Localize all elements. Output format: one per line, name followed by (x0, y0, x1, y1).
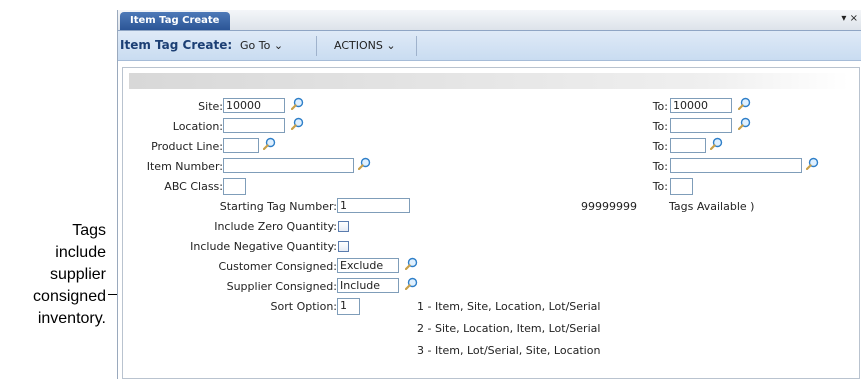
product-line-to-label: To: (652, 140, 668, 153)
product-line-to-input[interactable] (670, 138, 706, 153)
abc-class-to-label: To: (652, 180, 668, 193)
abc-class-from-input[interactable] (223, 178, 246, 195)
magnifier-icon[interactable] (405, 277, 418, 290)
supplier-consigned-label: Supplier Consigned: (226, 280, 337, 293)
page-title: Item Tag Create: (120, 38, 233, 52)
site-to-input[interactable]: 10000 (670, 98, 732, 113)
magnifier-icon[interactable] (738, 117, 751, 130)
supplier-consigned-input[interactable]: Include (337, 278, 399, 293)
site-label: Site: (198, 100, 223, 113)
location-to-input[interactable] (670, 118, 732, 133)
site-from-input[interactable]: 10000 (223, 98, 285, 113)
actions-menu[interactable]: ACTIONS ⌄ (334, 39, 396, 52)
menu-bar: Item Tag Create: Go To ⌄ ACTIONS ⌄ (118, 31, 861, 61)
product-line-label: Product Line: (151, 140, 223, 153)
menu-separator (416, 36, 417, 56)
sort-option-description: 1 - Item, Site, Location, Lot/Serial (417, 300, 601, 313)
sort-option-description: 2 - Site, Location, Item, Lot/Serial (417, 322, 601, 335)
tab-item-tag-create[interactable]: Item Tag Create (120, 12, 230, 30)
annotation-line: consigned (33, 288, 106, 305)
location-from-input[interactable] (223, 118, 285, 133)
annotation-line: inventory. (37, 310, 106, 327)
abc-class-label: ABC Class: (164, 180, 223, 193)
magnifier-icon[interactable] (710, 137, 723, 150)
form-panel: Site: 10000 To: 10000 Location: To: Prod… (122, 67, 860, 379)
include-zero-label: Include Zero Quantity: (214, 220, 337, 233)
include-negative-label: Include Negative Quantity: (190, 240, 337, 253)
item-number-from-input[interactable] (223, 158, 354, 173)
magnifier-icon[interactable] (738, 97, 751, 110)
magnifier-icon[interactable] (291, 97, 304, 110)
tags-available-label: Tags Available ) (669, 200, 755, 213)
sort-option-label: Sort Option: (270, 300, 337, 313)
item-tag-create-window: Item Tag Create ▾ × Item Tag Create: Go … (117, 10, 861, 379)
customer-consigned-label: Customer Consigned: (218, 260, 337, 273)
sort-option-description: 3 - Item, Lot/Serial, Site, Location (417, 344, 601, 357)
include-zero-checkbox[interactable] (338, 221, 349, 232)
magnifier-icon[interactable] (405, 257, 418, 270)
annotation-callout: Tags include supplier consigned inventor… (0, 220, 106, 330)
item-number-to-input[interactable] (670, 158, 802, 173)
goto-menu[interactable]: Go To ⌄ (240, 39, 283, 52)
tab-strip: Item Tag Create ▾ × (118, 10, 861, 31)
abc-class-to-input[interactable] (670, 178, 693, 195)
annotation-line: supplier (49, 266, 106, 283)
annotation-line: Tags (72, 222, 106, 239)
magnifier-icon[interactable] (263, 137, 276, 150)
magnifier-icon[interactable] (291, 117, 304, 130)
magnifier-icon[interactable] (806, 157, 819, 170)
product-line-from-input[interactable] (223, 138, 259, 153)
magnifier-icon[interactable] (358, 157, 371, 170)
panel-header-bar (129, 73, 849, 89)
location-label: Location: (172, 120, 223, 133)
starting-tag-input[interactable]: 1 (337, 198, 410, 213)
annotation-line: include (55, 244, 106, 261)
tags-available-count: 99999999 (581, 200, 637, 213)
include-negative-checkbox[interactable] (338, 241, 349, 252)
sort-option-input[interactable]: 1 (337, 298, 360, 315)
item-number-label: Item Number: (146, 160, 223, 173)
window-controls[interactable]: ▾ × (841, 13, 858, 24)
starting-tag-label: Starting Tag Number: (219, 200, 337, 213)
site-to-label: To: (652, 100, 668, 113)
location-to-label: To: (652, 120, 668, 133)
menu-separator (316, 36, 317, 56)
customer-consigned-input[interactable]: Exclude (337, 258, 399, 273)
item-number-to-label: To: (652, 160, 668, 173)
